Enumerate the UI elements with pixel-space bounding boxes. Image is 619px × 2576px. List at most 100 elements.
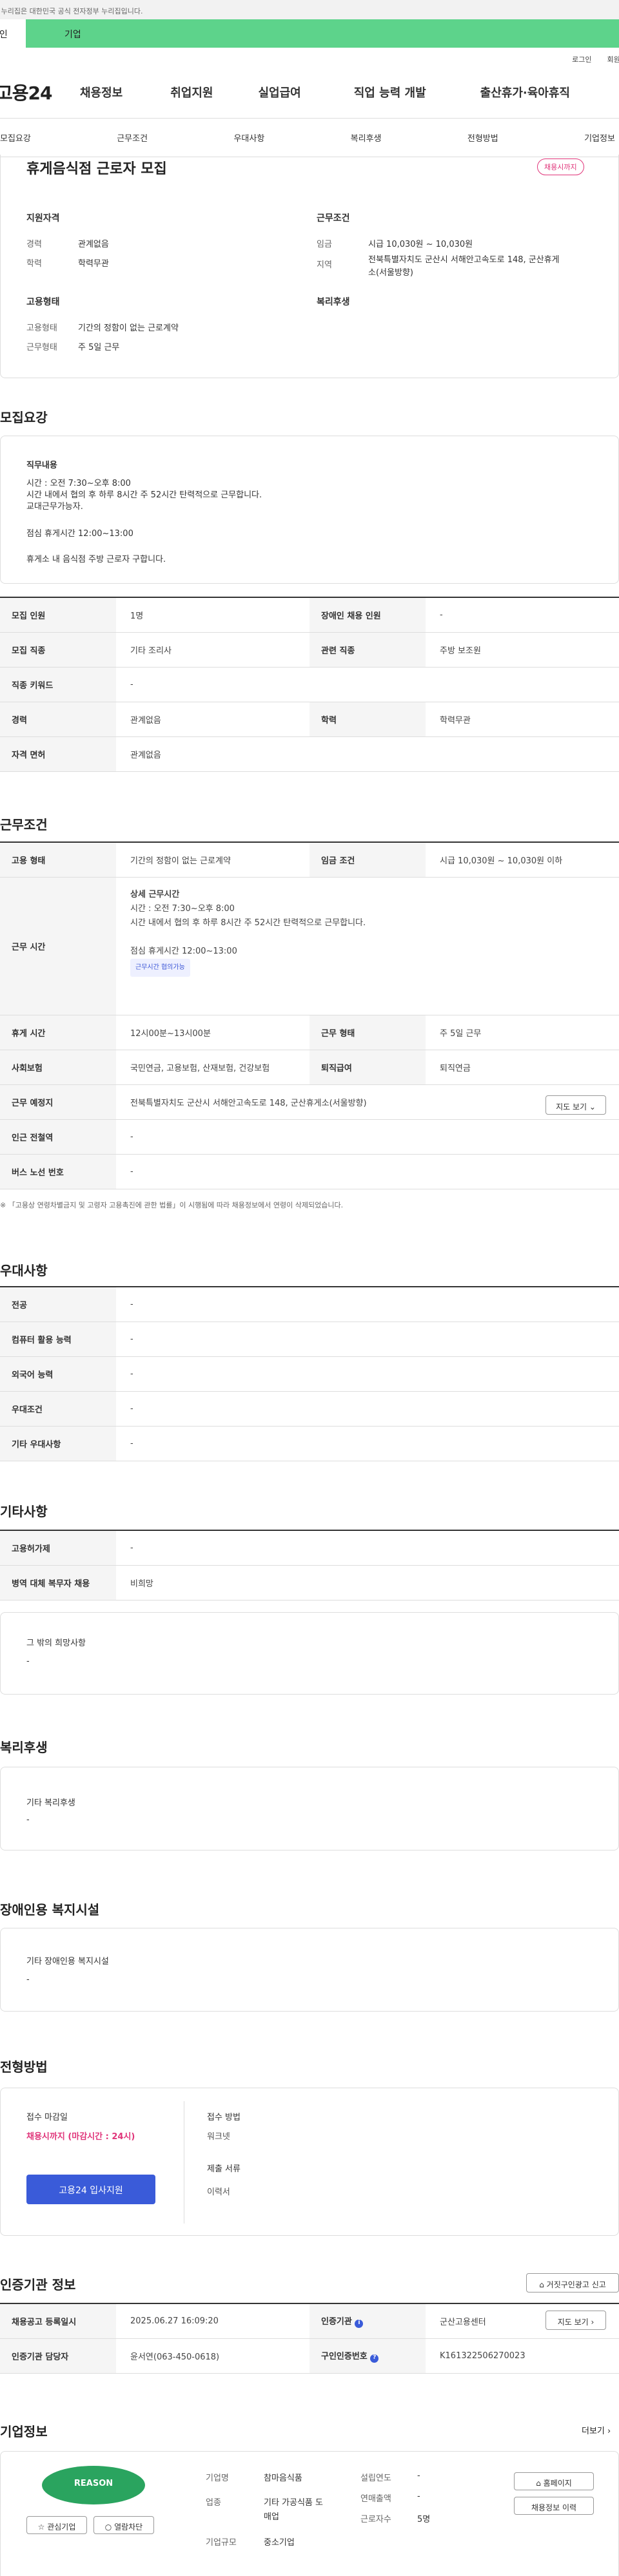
table-value: - (116, 667, 619, 702)
loc-value-line1: 전북특별자치도 군산시 서해안고속도로 148, 군산휴게 (368, 255, 560, 265)
loc-label: 지역 (317, 260, 332, 270)
duty-line: 시간 내에서 협의 후 하루 8시간 주 52시간 탄력적으로 근무합니다. (26, 490, 262, 500)
tab-personal[interactable]: 개인 (0, 19, 26, 48)
welfare-title: 기타 복리후생 (26, 1798, 75, 1808)
wage-label: 임금 (317, 240, 332, 249)
status-badge: 채용시까지 (537, 159, 584, 175)
table-key: 전공 (0, 1287, 116, 1322)
tab-company[interactable]: 기업 (26, 19, 619, 48)
table-value: 12시00분~13시00분 (116, 1015, 310, 1050)
duty-line: 시간 : 오전 7:30~오후 8:00 (26, 479, 131, 488)
company-logo-text: REASON (74, 2479, 113, 2488)
table-value: - (426, 597, 619, 633)
anchor-apply[interactable]: 전형방법 (467, 131, 498, 144)
anchor-work[interactable]: 근무조건 (117, 131, 148, 144)
section-agency-title: 인증기관 정보 (0, 2277, 76, 2292)
table-row: 근무 예정지 전북특별자치도 군산시 서해안고속도로 148, 군산휴게소(서울방… (0, 1084, 619, 1120)
table-key: 인근 전철역 (0, 1119, 116, 1155)
signup-link[interactable]: 회원가입 (607, 55, 619, 64)
table-row: 병역 대체 복무자 채용 비희망 (0, 1565, 619, 1600)
site-logo[interactable]: 고용24 (0, 79, 67, 105)
company-more-link[interactable]: 더보기 › (582, 2424, 611, 2436)
job-history-button[interactable]: 채용정보 이력 (514, 2497, 594, 2515)
week-label: 근무형태 (26, 343, 57, 352)
info-icon[interactable]: ? (370, 2354, 379, 2363)
report-button[interactable]: ⌂ 거짓구인광고 신고 (526, 2273, 619, 2292)
table-row: 직종 키워드 - (0, 667, 619, 702)
login-link[interactable]: 로그인 (572, 55, 591, 64)
welfare-card: 기타 복리후생 - (0, 1767, 619, 1850)
table-value: 시급 10,030원 ~ 10,030원 이하 (426, 842, 619, 878)
work-time-chip: 근무시간 협의가능 (130, 958, 190, 977)
deadline-value: 채용시까지 (마감시간 : 24시) (26, 2132, 135, 2142)
map-view-button[interactable]: 지도 보기 ⌄ (545, 1095, 606, 1115)
tab-company-label: 기업 (64, 30, 81, 40)
company-year-value: - (417, 2471, 420, 2481)
table-value: 관계없음 (116, 736, 619, 772)
table-value: 1명 (116, 597, 310, 633)
company-more-label: 더보기 (582, 2427, 605, 2436)
agency-map-button[interactable]: 지도 보기 › (545, 2311, 606, 2330)
table-value: - (116, 1287, 619, 1322)
gnb-item-leave[interactable]: 출산휴가·육아휴직 (480, 84, 570, 101)
table-key: 채용공고 등록일시 (0, 2303, 116, 2339)
company-logo: REASON (42, 2466, 145, 2504)
docs-title: 제출 서류 (207, 2164, 241, 2174)
anchor-recruit[interactable]: 모집요강 (0, 131, 31, 144)
table-key: 버스 노선 번호 (0, 1154, 116, 1189)
table-value: K161322506270023 (426, 2338, 619, 2374)
gov-banner: 이 누리집은 대한민국 공식 전자정부 누리집입니다. (0, 0, 619, 19)
table-key: 학력 (310, 702, 426, 737)
block-company-button[interactable]: ○ 열람차단 (93, 2516, 154, 2534)
table-key: 모집 인원 (0, 597, 116, 633)
gnb-item-employment-support[interactable]: 취업지원 (170, 84, 213, 101)
gnb-item-unemployment[interactable]: 실업급여 (259, 84, 301, 101)
table-key: 인증기관 (321, 2316, 352, 2327)
apply-button-label: 고용24 입사지원 (59, 2186, 123, 2196)
wish-value: - (26, 1657, 30, 1666)
table-key: 인증기관 담당자 (0, 2338, 116, 2374)
company-industry-value: 기타 가공식품 도 (264, 2498, 323, 2508)
duty-card: 직무내용 시간 : 오전 7:30~오후 8:00 시간 내에서 협의 후 하루… (0, 436, 619, 584)
company-card: REASON ☆ 관심기업 ○ 열람차단 기업명 참마음식품 업종 기타 가공식… (0, 2451, 619, 2576)
section-company-title: 기업정보 (0, 2424, 48, 2439)
table-key: 자격 면허 (0, 736, 116, 772)
table-row: 전공 - (0, 1287, 619, 1322)
pref-table: 전공 - 컴퓨터 활용 능력 - 외국어 능력 - 우대조건 - 기타 우대사항 - (0, 1286, 619, 1461)
cond-title: 근무조건 (317, 213, 350, 224)
table-key: 우대조건 (0, 1391, 116, 1427)
emp-value: 기간의 정함이 없는 근로계약 (78, 323, 179, 333)
job-title: 휴게음식점 근로자 모집 (26, 161, 167, 177)
table-key: 컴퓨터 활용 능력 (0, 1322, 116, 1357)
table-row: 자격 면허 관계없음 (0, 736, 619, 772)
homepage-label: 홈페이지 (543, 2479, 572, 2488)
table-row: 채용공고 등록일시 2025.06.27 16:09:20 인증기관 i 군산고용센터 (0, 2303, 619, 2339)
table-key: 근무 형태 (310, 1015, 426, 1050)
fav-company-button[interactable]: ☆ 관심기업 (26, 2516, 87, 2534)
table-row: 모집 인원 1명 장애인 채용 인원 - (0, 597, 619, 633)
anchor-pref[interactable]: 우대사항 (233, 131, 264, 144)
method-value: 워크넷 (207, 2132, 230, 2142)
company-sales-label: 연매출액 (360, 2494, 391, 2504)
report-icon: ⌂ (539, 2280, 544, 2289)
anchor-welfare[interactable]: 복리후생 (351, 131, 382, 144)
section-recruit-title: 모집요강 (0, 410, 48, 425)
table-key: 직종 키워드 (0, 667, 116, 702)
util-links: 로그인 회원가입 (0, 48, 619, 66)
gnb-item-training[interactable]: 직업 능력 개발 (354, 84, 426, 101)
table-row: 인근 전철역 - (0, 1119, 619, 1155)
company-size-label: 기업규모 (206, 2538, 237, 2548)
apply-button[interactable]: 고용24 입사지원 (26, 2175, 155, 2204)
table-value: - (116, 1426, 619, 1461)
company-employees-value: 5명 (417, 2515, 431, 2524)
emp-label: 고용형태 (26, 323, 57, 333)
gnb-item-jobs[interactable]: 채용정보 (80, 84, 123, 101)
homepage-button[interactable]: ⌂ 홈페이지 (514, 2472, 594, 2490)
table-value: 비희망 (116, 1565, 619, 1600)
table-key: 고용허가제 (0, 1530, 116, 1566)
section-apply-title: 전형방법 (0, 2059, 48, 2075)
info-icon[interactable]: i (355, 2319, 364, 2328)
anchor-company[interactable]: 기업정보 (584, 131, 615, 144)
table-value: - (116, 1391, 619, 1427)
global-nav: 고용24 채용정보 취업지원 실업급여 직업 능력 개발 출산휴가·육아휴직 (0, 66, 619, 119)
